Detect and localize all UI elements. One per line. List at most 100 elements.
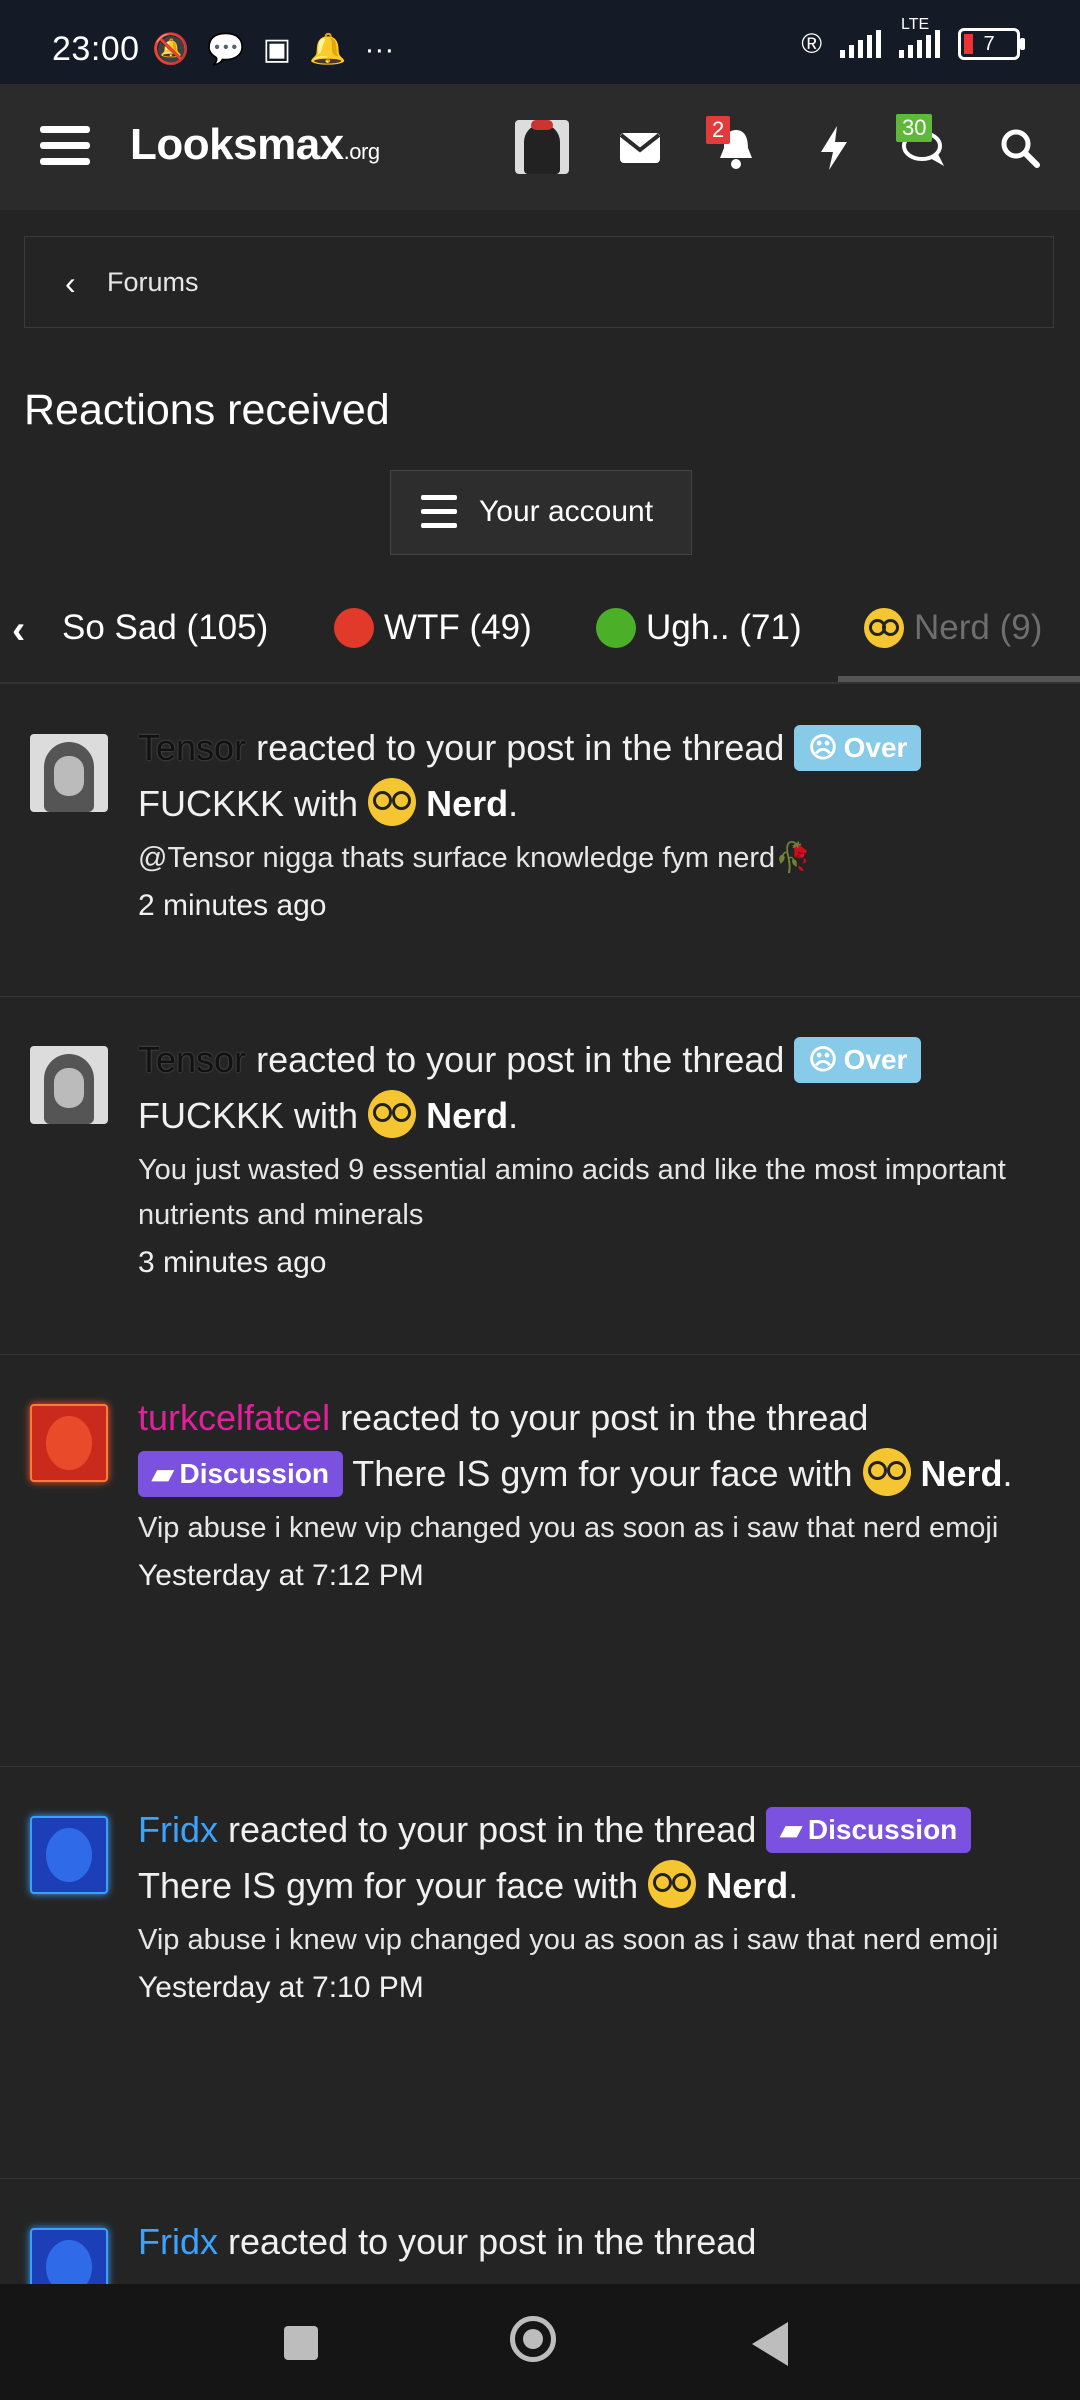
nerd-emoji-icon [864, 608, 904, 648]
conversations-icon[interactable]: 30 [896, 114, 950, 174]
thread-prefix-label: Over [843, 732, 908, 763]
nerd-emoji-icon [648, 1860, 697, 1908]
tab-nerd-label: Nerd (9) [914, 608, 1043, 647]
whats-new-lightning-icon[interactable] [808, 122, 860, 174]
thread-title-link[interactable]: FUCKKK with [138, 1095, 358, 1136]
reaction-name: Nerd [920, 1453, 1003, 1494]
sick-emoji-icon [596, 608, 636, 648]
message-icon: ▣ [262, 33, 292, 66]
reaction-name: Nerd [706, 1865, 789, 1906]
breadcrumb[interactable]: ‹ Forums [24, 236, 1054, 328]
alerts-badge: 2 [706, 116, 731, 144]
registered-icon: ® [801, 28, 822, 59]
list-item[interactable]: Fridx reacted to your post in the thread… [0, 1766, 1080, 2179]
menu-icon[interactable] [40, 126, 90, 166]
inbox-icon[interactable] [614, 122, 666, 174]
tab-wtf[interactable]: WTF (49) [334, 608, 532, 648]
home-icon[interactable] [510, 2316, 556, 2362]
list-item[interactable]: turkcelfatcel reacted to your post in th… [0, 1354, 1080, 1767]
bell-icon: 🔔 [309, 33, 347, 66]
battery-level: 7 [983, 32, 995, 55]
more-dots-icon: ··· [364, 33, 395, 66]
signal-icon [840, 30, 881, 58]
reaction-name: Nerd [426, 1095, 509, 1136]
alerts-bell-icon[interactable]: 2 [706, 116, 762, 174]
conversations-badge: 30 [896, 114, 933, 142]
discussion-icon: ▰ [152, 1458, 174, 1489]
battery-icon: 7 [958, 28, 1025, 60]
post-snippet[interactable]: Vip abuse i knew vip changed you as soon… [138, 1506, 1036, 1551]
avatar[interactable] [30, 1404, 108, 1482]
back-icon[interactable] [752, 2322, 788, 2366]
timestamp: Yesterday at 7:10 PM [138, 1971, 424, 2004]
sad-face-icon: ☹ [808, 732, 838, 763]
breadcrumb-forums[interactable]: Forums [107, 267, 199, 298]
tab-so-sad[interactable]: So Sad (105) [62, 608, 268, 648]
thread-prefix-label: Discussion [179, 1458, 329, 1489]
search-icon[interactable] [994, 122, 1046, 174]
reaction-name: Nerd [426, 783, 509, 824]
avatar[interactable] [30, 734, 108, 812]
lte-label: LTE [901, 16, 930, 33]
avatar[interactable] [30, 1046, 108, 1124]
system-nav-bar [0, 2284, 1080, 2400]
reaction-text: reacted to your post in the thread [228, 1809, 757, 1850]
username-link[interactable]: turkcelfatcel [138, 1397, 330, 1438]
user-avatar[interactable] [515, 120, 569, 174]
list-item[interactable]: Tensor reacted to your post in the threa… [0, 996, 1080, 1355]
site-logo[interactable]: Looksmax.org [130, 120, 380, 170]
mute-icon: 🔕 [152, 33, 190, 66]
thread-title-link[interactable]: There IS gym for your face with [352, 1453, 852, 1494]
chat-bubble-icon: 💬 [207, 33, 245, 66]
recents-icon[interactable] [284, 2326, 318, 2360]
thread-prefix-badge[interactable]: ▰ Discussion [766, 1807, 972, 1853]
username-link[interactable]: Tensor [138, 1039, 246, 1080]
post-snippet[interactable]: @Tensor nigga thats surface knowledge fy… [138, 836, 1036, 881]
reaction-text: reacted to your post in the thread [256, 727, 785, 768]
post-snippet[interactable]: You just wasted 9 essential amino acids … [138, 1148, 1036, 1238]
active-tab-indicator [838, 676, 1080, 682]
nerd-emoji-icon [368, 778, 417, 826]
sad-face-icon: ☹ [808, 1044, 838, 1075]
thread-prefix-label: Over [843, 1044, 908, 1075]
reaction-text: reacted to your post in the thread [256, 1039, 785, 1080]
nerd-emoji-icon [368, 1090, 417, 1138]
username-link[interactable]: Tensor [138, 727, 246, 768]
post-snippet[interactable]: Vip abuse i knew vip changed you as soon… [138, 1918, 1036, 1963]
your-account-button[interactable]: Your account [390, 470, 692, 555]
tab-ugh[interactable]: Ugh.. (71) [596, 608, 802, 648]
thread-prefix-badge[interactable]: ▰ Discussion [138, 1451, 343, 1497]
tabs-scroll-left-icon[interactable]: ‹ [12, 608, 25, 653]
timestamp: 3 minutes ago [138, 1246, 327, 1279]
reaction-text: reacted to your post in the thread [340, 1397, 869, 1438]
reaction-text: reacted to your post in the thread [228, 2221, 757, 2262]
username-link[interactable]: Fridx [138, 2221, 218, 2262]
timestamp: Yesterday at 7:12 PM [138, 1559, 424, 1592]
discussion-icon: ▰ [780, 1814, 802, 1845]
thread-prefix-badge[interactable]: ☹ Over [794, 1037, 922, 1083]
lte-signal-icon: LTE [899, 16, 940, 58]
thread-title-link[interactable]: FUCKKK with [138, 783, 358, 824]
tab-wtf-label: WTF (49) [384, 608, 532, 647]
page-title: Reactions received [24, 386, 390, 434]
thread-prefix-label: Discussion [807, 1814, 958, 1845]
tab-nerd[interactable]: Nerd (9) [864, 608, 1042, 648]
thread-title-link[interactable]: There IS gym for your face with [138, 1865, 638, 1906]
thread-prefix-badge[interactable]: ☹ Over [794, 725, 922, 771]
list-item[interactable]: Tensor reacted to your post in the threa… [0, 684, 1080, 997]
avatar[interactable] [30, 1816, 108, 1894]
reaction-tabs: ‹ So Sad (105) WTF (49) Ugh.. (71) Nerd … [0, 590, 1080, 684]
avatar[interactable] [30, 2228, 108, 2284]
username-link[interactable]: Fridx [138, 1809, 218, 1850]
list-item[interactable]: Fridx reacted to your post in the thread [0, 2178, 1080, 2284]
timestamp: 2 minutes ago [138, 889, 327, 922]
status-notification-icons: 🔕 💬 ▣ 🔔 ··· [152, 32, 412, 67]
menu-icon [421, 495, 457, 537]
status-right-icons: ® LTE 7 [801, 16, 1025, 60]
chevron-left-icon: ‹ [65, 265, 76, 301]
status-time: 23:00 [52, 30, 140, 68]
tab-ugh-label: Ugh.. (71) [646, 608, 802, 647]
tab-so-sad-label: So Sad (105) [62, 608, 269, 647]
angry-emoji-icon [334, 608, 374, 648]
status-bar: 23:00 🔕 💬 ▣ 🔔 ··· ® LTE 7 [0, 0, 1080, 84]
